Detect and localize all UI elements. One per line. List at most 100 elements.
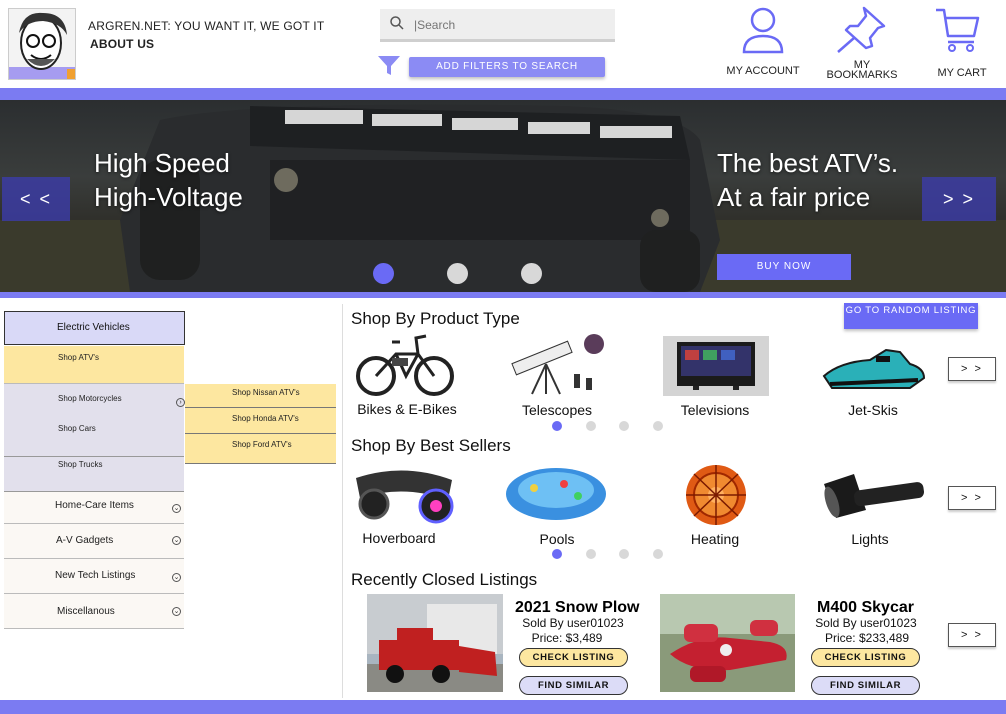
my-bookmarks-button[interactable]: MY BOOKMARKS bbox=[820, 4, 904, 84]
chevron-right-icon: › bbox=[176, 398, 185, 407]
best-sellers-next-button[interactable]: > > bbox=[948, 486, 996, 510]
site-header: ARGREN.NET: YOU WANT IT, WE GOT IT ABOUT… bbox=[0, 0, 1006, 88]
listing-title: M400 Skycar bbox=[817, 599, 914, 616]
best-seller-label: Pools bbox=[539, 531, 575, 547]
filter-icon[interactable] bbox=[377, 55, 401, 82]
sidebar-item-atvs[interactable]: Shop ATV's bbox=[4, 346, 184, 384]
flyout-item-ford[interactable]: Shop Ford ATV's bbox=[185, 436, 336, 460]
search-icon bbox=[389, 15, 405, 36]
best-sellers-dot-2[interactable] bbox=[586, 549, 596, 559]
product-type-dot-2[interactable] bbox=[586, 421, 596, 431]
hoverboard-image[interactable] bbox=[352, 460, 458, 524]
hero-left-line1: High Speed bbox=[94, 148, 230, 178]
find-similar-button[interactable]: FIND SIMILAR bbox=[519, 676, 628, 695]
header-divider bbox=[0, 88, 1006, 100]
check-listing-button[interactable]: CHECK LISTING bbox=[811, 648, 920, 667]
user-icon bbox=[742, 6, 784, 59]
search-input[interactable] bbox=[414, 15, 604, 35]
listing-seller: Sold By user01023 bbox=[815, 616, 917, 630]
sidebar-category-av-gadgets[interactable]: A-V Gadgets ⌄ bbox=[4, 524, 184, 559]
sidebar-item-trucks[interactable]: Shop Trucks bbox=[4, 458, 184, 478]
sidebar-header-electric-vehicles[interactable]: Electric Vehicles bbox=[4, 311, 185, 345]
hero-divider bbox=[0, 292, 1006, 298]
about-us-link[interactable]: ABOUT US bbox=[90, 37, 154, 51]
add-filters-button[interactable]: ADD FILTERS TO SEARCH bbox=[409, 57, 605, 77]
flyout-item-nissan[interactable]: Shop Nissan ATV's bbox=[185, 384, 336, 408]
my-cart-button[interactable]: MY CART bbox=[922, 4, 1002, 84]
flyout-item-honda[interactable]: Shop Honda ATV's bbox=[185, 410, 336, 434]
category-label: Home-Care Items bbox=[55, 500, 134, 511]
heater-image[interactable] bbox=[674, 464, 758, 526]
sidebar-item-label: Shop Cars bbox=[58, 424, 96, 433]
product-type-title: Shop By Product Type bbox=[351, 309, 520, 328]
sidebar-item-label: Shop Trucks bbox=[58, 460, 103, 469]
pool-image[interactable] bbox=[504, 460, 610, 524]
flashlight-image[interactable] bbox=[820, 470, 928, 520]
skycar-image[interactable] bbox=[660, 594, 795, 692]
sidebar-item-label: Shop ATV's bbox=[58, 353, 99, 362]
my-cart-label: MY CART bbox=[937, 67, 987, 79]
listing-title: 2021 Snow Plow bbox=[515, 599, 640, 616]
bikes-image[interactable] bbox=[352, 330, 457, 398]
product-type-label: Bikes & E-Bikes bbox=[357, 401, 457, 417]
category-label: New Tech Listings bbox=[55, 570, 136, 581]
sidebar-item-label: Shop Motorcycles bbox=[58, 394, 122, 403]
hero-slide-dot-3[interactable] bbox=[521, 263, 542, 284]
best-sellers-dot-1[interactable] bbox=[552, 549, 562, 559]
footer-bar bbox=[0, 700, 1006, 714]
recent-listings-title: Recently Closed Listings bbox=[351, 570, 538, 589]
listing-price: Price: $233,489 bbox=[824, 631, 910, 645]
product-type-label: Jet-Skis bbox=[848, 402, 898, 418]
chevron-down-icon: ⌄ bbox=[172, 607, 181, 616]
television-image[interactable] bbox=[663, 336, 769, 396]
product-type-next-button[interactable]: > > bbox=[948, 357, 996, 381]
search-bar[interactable] bbox=[380, 9, 615, 42]
product-type-dot-3[interactable] bbox=[619, 421, 629, 431]
find-similar-button[interactable]: FIND SIMILAR bbox=[811, 676, 920, 695]
buy-now-button[interactable]: BUY NOW bbox=[717, 254, 851, 280]
best-sellers-dot-3[interactable] bbox=[619, 549, 629, 559]
content-divider bbox=[342, 304, 343, 698]
hero-right-line1: The best ATV’s. bbox=[717, 148, 899, 178]
best-sellers-dot-4[interactable] bbox=[653, 549, 663, 559]
hero-prev-button[interactable]: < < bbox=[2, 177, 70, 221]
sidebar-divider bbox=[4, 456, 184, 457]
chevron-down-icon: ⌄ bbox=[172, 573, 181, 582]
my-account-button[interactable]: MY ACCOUNT bbox=[722, 4, 804, 84]
sidebar-category-new-tech[interactable]: New Tech Listings ⌄ bbox=[4, 559, 184, 594]
product-type-label: Televisions bbox=[680, 402, 750, 418]
sidebar-category-home-care[interactable]: Home-Care Items ⌄ bbox=[4, 492, 184, 524]
sidebar-category-miscellanous[interactable]: Miscellanous ⌄ bbox=[4, 594, 184, 629]
bookmarks-label-line2: BOOKMARKS bbox=[826, 69, 898, 81]
my-account-label: MY ACCOUNT bbox=[726, 65, 800, 77]
listing-seller: Sold By user01023 bbox=[522, 616, 624, 630]
site-logo[interactable] bbox=[8, 8, 76, 80]
product-type-label: Telescopes bbox=[521, 402, 593, 418]
hero-next-button[interactable]: > > bbox=[922, 177, 996, 221]
telescope-image[interactable] bbox=[502, 330, 607, 398]
sidebar-item-cars[interactable]: Shop Cars bbox=[4, 420, 184, 440]
product-type-dot-4[interactable] bbox=[653, 421, 663, 431]
category-label: Miscellanous bbox=[57, 606, 115, 617]
hero-slide-dot-2[interactable] bbox=[447, 263, 468, 284]
check-listing-button[interactable]: CHECK LISTING bbox=[519, 648, 628, 667]
recent-listings-next-button[interactable]: > > bbox=[948, 623, 996, 647]
best-seller-label: Hoverboard bbox=[362, 530, 436, 546]
product-type-dot-1[interactable] bbox=[552, 421, 562, 431]
hero-slide-dot-1[interactable] bbox=[373, 263, 394, 284]
listing-price: Price: $3,489 bbox=[531, 631, 603, 645]
sidebar-item-motorcycles[interactable]: Shop Motorcycles › bbox=[4, 390, 185, 410]
hero-carousel: High Speed High-Voltage The best ATV’s. … bbox=[0, 100, 1006, 292]
category-label: A-V Gadgets bbox=[56, 535, 114, 546]
best-seller-label: Lights bbox=[851, 531, 889, 547]
hero-right-line2: At a fair price bbox=[717, 182, 871, 212]
best-seller-label: Heating bbox=[690, 531, 740, 547]
snow-plow-image[interactable] bbox=[367, 594, 503, 692]
site-tagline: ARGREN.NET: YOU WANT IT, WE GOT IT bbox=[88, 19, 325, 33]
jetski-image[interactable] bbox=[820, 336, 928, 396]
pin-icon bbox=[834, 4, 890, 59]
chevron-down-icon: ⌄ bbox=[172, 536, 181, 545]
chevron-down-icon: ⌄ bbox=[172, 504, 181, 513]
best-sellers-title: Shop By Best Sellers bbox=[351, 436, 511, 455]
random-listing-button[interactable]: GO TO RANDOM LISTING bbox=[844, 303, 978, 329]
